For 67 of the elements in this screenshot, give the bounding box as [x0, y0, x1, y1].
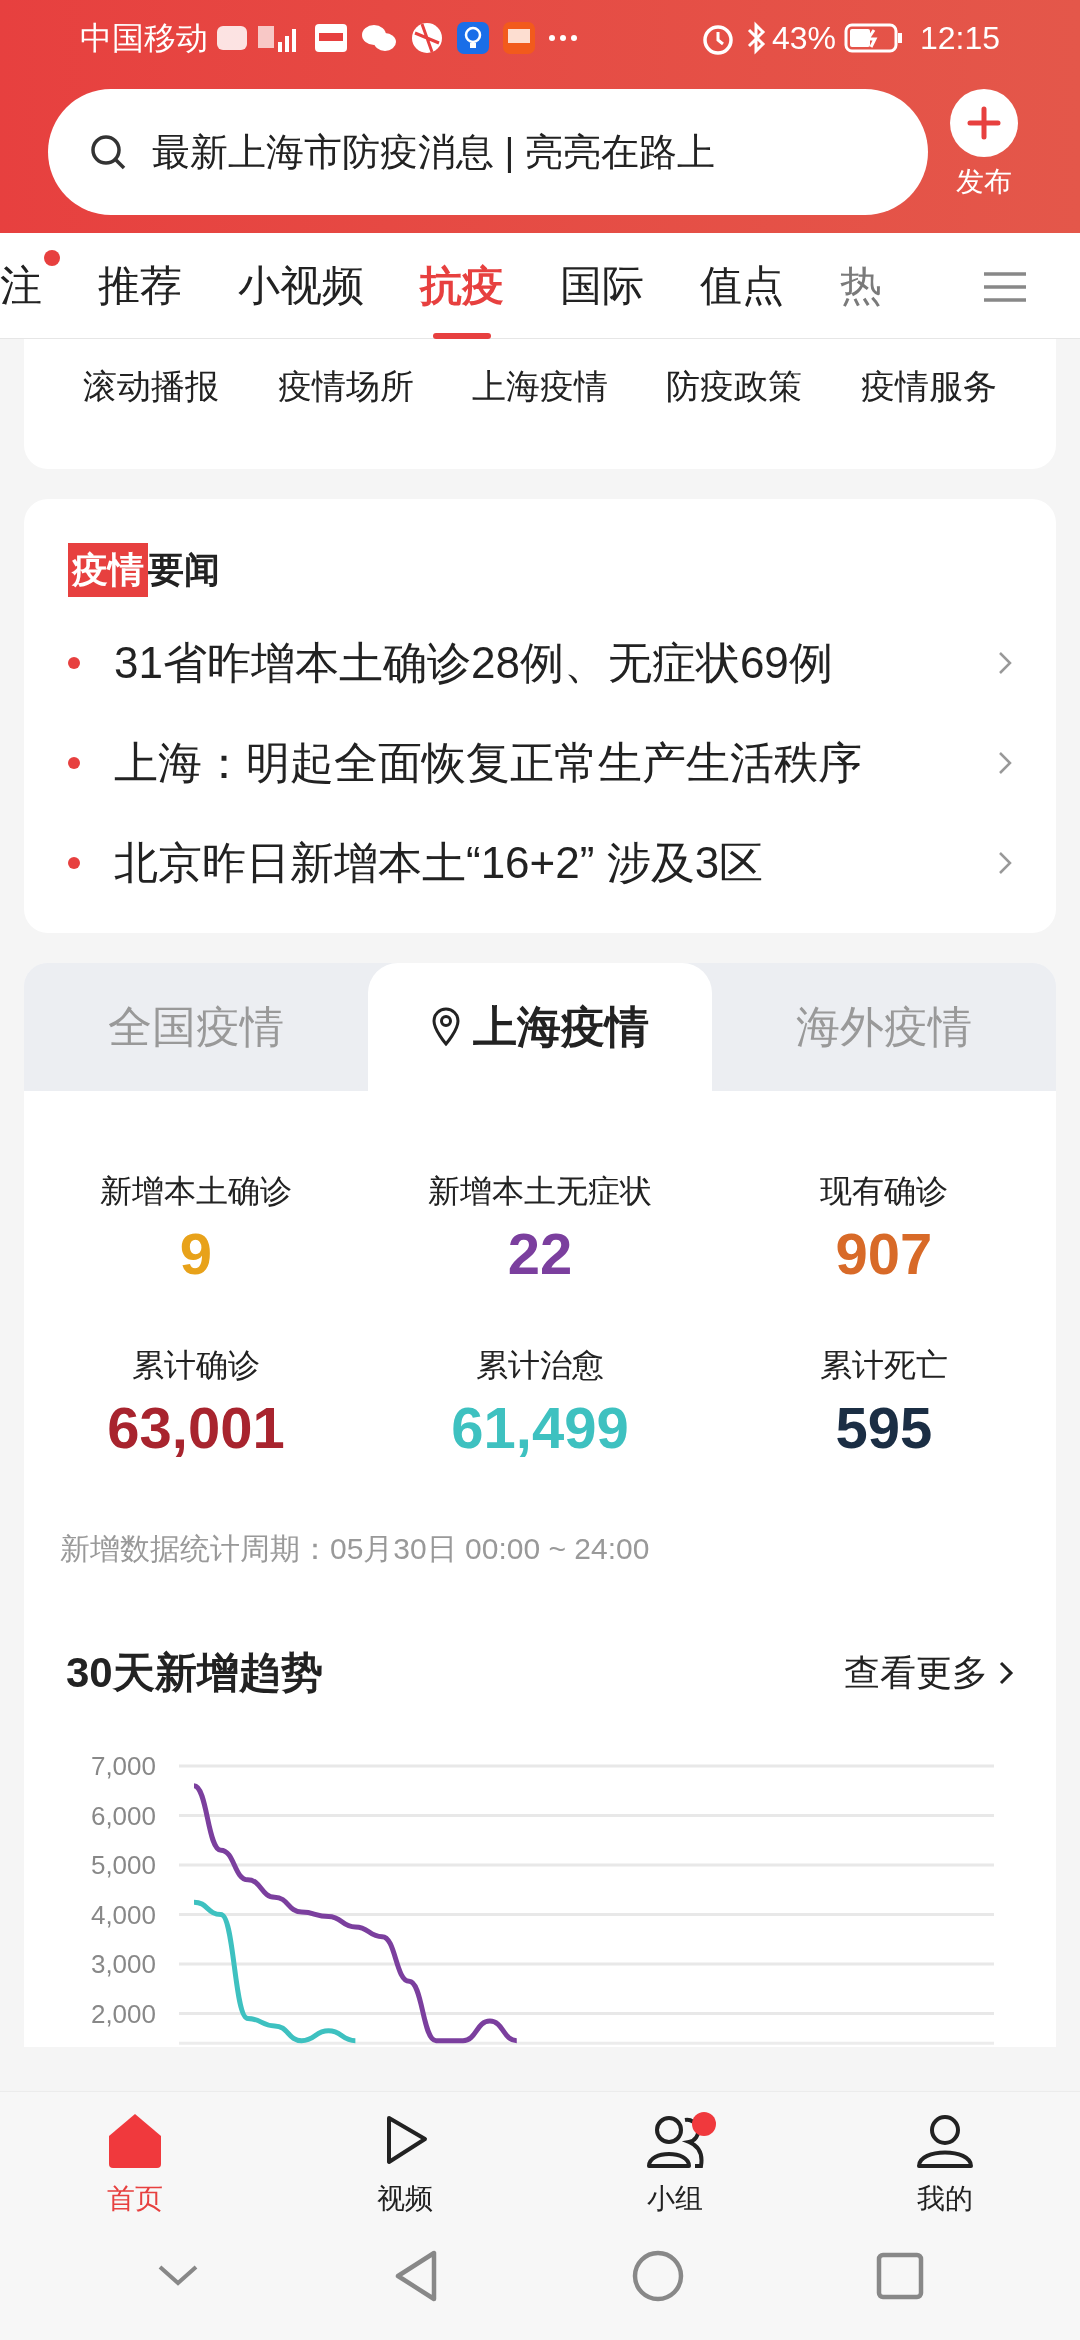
region-tab[interactable]: 上海疫情 [368, 963, 712, 1091]
bullet-icon [68, 857, 80, 869]
battery-icon [843, 21, 904, 54]
bullet-icon [68, 757, 80, 769]
sub-tab[interactable]: 防疫政策 [666, 361, 803, 412]
channel-tab[interactable]: 国际 [560, 254, 644, 317]
news-link[interactable]: 上海：明起全面恢复正常生产生活秩序 [114, 730, 998, 796]
nav-tab[interactable]: 小组 [600, 2112, 750, 2220]
home-icon[interactable] [632, 2250, 684, 2302]
footnote: 新增数据统计周期：05月30日 00:00 ~ 24:00 [59, 1531, 651, 1568]
news-tag: 疫情 [68, 543, 148, 597]
stat-label: 新增本土无症状 [428, 1172, 652, 1211]
stat-value: 9 [179, 1220, 213, 1288]
search-icon [88, 132, 128, 172]
stat-label: 累计确诊 [132, 1345, 260, 1385]
tab-underline [433, 333, 491, 339]
bullet-icon [68, 657, 80, 669]
axis-label: 4,000 [90, 1899, 156, 1930]
channel-tab[interactable]: 推荐 [98, 254, 182, 317]
channel-tab[interactable]: 小视频 [238, 254, 364, 317]
stat-label: 新增本土确诊 [100, 1172, 292, 1211]
axis-label: 6,000 [90, 1800, 156, 1831]
channel-tab[interactable]: 热 [840, 254, 882, 317]
app-icon [502, 20, 536, 55]
location-pin-icon [431, 1007, 461, 1047]
stat-value: 63,001 [107, 1393, 285, 1462]
sub-tab[interactable]: 上海疫情 [471, 361, 608, 412]
battery-percent: 43% [771, 18, 836, 58]
person-icon [915, 2112, 975, 2170]
search-field[interactable]: 最新上海市防疫消息 | 亮亮在路上 [48, 89, 928, 215]
axis-label: 5,000 [90, 1850, 156, 1881]
stat-label: 累计治愈 [476, 1345, 604, 1385]
nav-tab[interactable]: 视频 [330, 2112, 480, 2220]
chevron-icon [998, 1659, 1014, 1686]
chevron-icon [998, 651, 1012, 675]
bulb-icon [456, 20, 490, 55]
chevron-icon [998, 751, 1012, 775]
clock-time: 12:15 [919, 18, 1000, 58]
axis-label: 2,000 [90, 1998, 156, 2029]
axis-label: 3,000 [90, 1949, 156, 1980]
plus-icon [950, 89, 1018, 157]
sub-tab[interactable]: 疫情场所 [277, 361, 414, 412]
channel-tab[interactable]: 值点 [700, 254, 784, 317]
stat-value: 907 [835, 1220, 933, 1288]
chart-title: 30天新增趋势 [66, 1648, 323, 1699]
channel-tab[interactable]: 注 [0, 254, 42, 317]
stat-value: 61,499 [451, 1393, 629, 1462]
stat-label: 现有确诊 [820, 1172, 948, 1211]
publish-button[interactable]: 发布 [950, 89, 1018, 203]
nav-tab[interactable]: 我的 [870, 2112, 1020, 2220]
recents-icon[interactable] [876, 2252, 924, 2300]
sub-tab[interactable]: 疫情服务 [860, 361, 997, 412]
news-link[interactable]: 北京昨日新增本土“16+2” 涉及3区 [114, 830, 998, 896]
channel-tab[interactable]: 抗疫 [420, 254, 504, 317]
more-icon [548, 32, 578, 43]
stat-value: 595 [835, 1393, 933, 1462]
stat-value: 22 [507, 1220, 573, 1288]
stat-label: 累计死亡 [820, 1345, 948, 1385]
section-title: 要闻 [148, 548, 220, 592]
see-more-link[interactable]: 查看更多 [844, 1645, 1014, 1700]
carrier-name: 中国移动 [80, 18, 208, 58]
sub-tab[interactable]: 滚动播报 [83, 361, 220, 412]
menu-icon[interactable] [982, 271, 1028, 303]
news-link[interactable]: 31省昨增本土确诊28例、无症状69例 [114, 630, 998, 696]
axis-label: 7,000 [90, 1751, 156, 1782]
chevron-icon [998, 851, 1012, 875]
nav-tab[interactable]: 首页 [60, 2112, 210, 2220]
